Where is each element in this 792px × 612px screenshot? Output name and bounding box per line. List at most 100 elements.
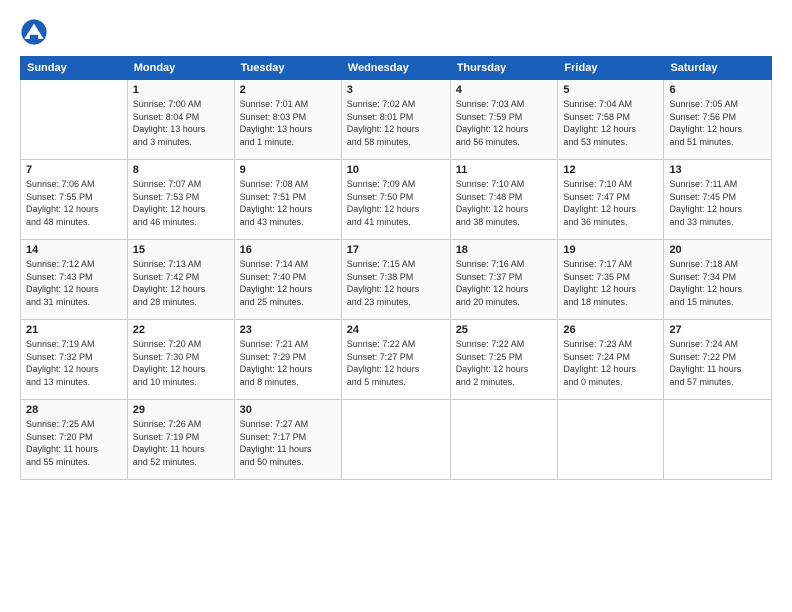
day-info: Sunrise: 7:27 AMSunset: 7:17 PMDaylight:… [240,418,336,468]
calendar-cell: 9 Sunrise: 7:08 AMSunset: 7:51 PMDaylight… [234,160,341,240]
calendar-cell: 29 Sunrise: 7:26 AMSunset: 7:19 PMDayligh… [127,400,234,480]
day-info: Sunrise: 7:19 AMSunset: 7:32 PMDaylight:… [26,338,122,388]
day-number: 23 [240,324,336,336]
calendar-cell: 17 Sunrise: 7:15 AMSunset: 7:38 PMDayligh… [341,240,450,320]
day-info: Sunrise: 7:18 AMSunset: 7:34 PMDaylight:… [669,258,766,308]
day-info: Sunrise: 7:03 AMSunset: 7:59 PMDaylight:… [456,98,553,148]
day-number: 27 [669,324,766,336]
day-info: Sunrise: 7:22 AMSunset: 7:27 PMDaylight:… [347,338,445,388]
calendar-cell: 3 Sunrise: 7:02 AMSunset: 8:01 PMDaylight… [341,80,450,160]
day-info: Sunrise: 7:04 AMSunset: 7:58 PMDaylight:… [563,98,658,148]
th-wednesday: Wednesday [341,57,450,80]
day-info: Sunrise: 7:06 AMSunset: 7:55 PMDaylight:… [26,178,122,228]
day-number: 19 [563,244,658,256]
calendar-week-5: 28Sunrise: 7:25 AMSunset: 7:20 PMDayligh… [21,400,772,480]
day-number: 5 [563,84,658,96]
calendar-cell: 4Sunrise: 7:03 AMSunset: 7:59 PMDaylight… [450,80,558,160]
calendar-cell [21,80,128,160]
day-info: Sunrise: 7:05 AMSunset: 7:56 PMDaylight:… [669,98,766,148]
day-info: Sunrise: 7:24 AMSunset: 7:22 PMDaylight:… [669,338,766,388]
day-info: Sunrise: 7:20 AMSunset: 7:30 PMDaylight:… [133,338,229,388]
th-thursday: Thursday [450,57,558,80]
day-info: Sunrise: 7:15 AMSunset: 7:38 PMDaylight:… [347,258,445,308]
day-info: Sunrise: 7:16 AMSunset: 7:37 PMDaylight:… [456,258,553,308]
day-number: 28 [26,404,122,416]
th-tuesday: Tuesday [234,57,341,80]
calendar-cell [341,400,450,480]
calendar-cell: 27 Sunrise: 7:24 AMSunset: 7:22 PMDayligh… [664,320,772,400]
day-info: Sunrise: 7:07 AMSunset: 7:53 PMDaylight:… [133,178,229,228]
calendar-week-3: 14 Sunrise: 7:12 AMSunset: 7:43 PMDayligh… [21,240,772,320]
logo [20,18,52,46]
day-info: Sunrise: 7:02 AMSunset: 8:01 PMDaylight:… [347,98,445,148]
calendar-cell: 20 Sunrise: 7:18 AMSunset: 7:34 PMDayligh… [664,240,772,320]
calendar-cell: 13 Sunrise: 7:11 AMSunset: 7:45 PMDayligh… [664,160,772,240]
weekday-row: Sunday Monday Tuesday Wednesday Thursday… [21,57,772,80]
day-info: Sunrise: 7:23 AMSunset: 7:24 PMDaylight:… [563,338,658,388]
day-number: 16 [240,244,336,256]
calendar-cell: 30 Sunrise: 7:27 AMSunset: 7:17 PMDayligh… [234,400,341,480]
calendar-body: 1 Sunrise: 7:00 AMSunset: 8:04 PMDaylight… [21,80,772,480]
calendar-cell: 25 Sunrise: 7:22 AMSunset: 7:25 PMDayligh… [450,320,558,400]
day-number: 17 [347,244,445,256]
calendar-cell: 21 Sunrise: 7:19 AMSunset: 7:32 PMDayligh… [21,320,128,400]
day-number: 26 [563,324,658,336]
day-number: 1 [133,84,229,96]
day-number: 13 [669,164,766,176]
th-friday: Friday [558,57,664,80]
day-number: 6 [669,84,766,96]
day-number: 15 [133,244,229,256]
day-number: 18 [456,244,553,256]
calendar-cell [558,400,664,480]
day-number: 29 [133,404,229,416]
day-number: 30 [240,404,336,416]
day-number: 14 [26,244,122,256]
calendar-cell: 5 Sunrise: 7:04 AMSunset: 7:58 PMDaylight… [558,80,664,160]
calendar-header: Sunday Monday Tuesday Wednesday Thursday… [21,57,772,80]
calendar-week-1: 1 Sunrise: 7:00 AMSunset: 8:04 PMDaylight… [21,80,772,160]
day-number: 20 [669,244,766,256]
calendar-cell: 2 Sunrise: 7:01 AMSunset: 8:03 PMDaylight… [234,80,341,160]
calendar-cell: 14 Sunrise: 7:12 AMSunset: 7:43 PMDayligh… [21,240,128,320]
th-sunday: Sunday [21,57,128,80]
calendar-cell: 19 Sunrise: 7:17 AMSunset: 7:35 PMDayligh… [558,240,664,320]
calendar-cell: 16 Sunrise: 7:14 AMSunset: 7:40 PMDayligh… [234,240,341,320]
day-info: Sunrise: 7:12 AMSunset: 7:43 PMDaylight:… [26,258,122,308]
calendar-cell: 8 Sunrise: 7:07 AMSunset: 7:53 PMDaylight… [127,160,234,240]
day-number: 25 [456,324,553,336]
day-number: 11 [456,164,553,176]
day-number: 7 [26,164,122,176]
day-number: 10 [347,164,445,176]
header [20,18,772,46]
calendar-cell: 6 Sunrise: 7:05 AMSunset: 7:56 PMDaylight… [664,80,772,160]
day-number: 9 [240,164,336,176]
day-info: Sunrise: 7:10 AMSunset: 7:48 PMDaylight:… [456,178,553,228]
calendar-cell: 23Sunrise: 7:21 AMSunset: 7:29 PMDayligh… [234,320,341,400]
day-number: 21 [26,324,122,336]
day-info: Sunrise: 7:13 AMSunset: 7:42 PMDaylight:… [133,258,229,308]
calendar-cell: 11 Sunrise: 7:10 AMSunset: 7:48 PMDayligh… [450,160,558,240]
calendar-cell: 26 Sunrise: 7:23 AMSunset: 7:24 PMDayligh… [558,320,664,400]
day-number: 3 [347,84,445,96]
calendar-cell [664,400,772,480]
calendar-cell: 18 Sunrise: 7:16 AMSunset: 7:37 PMDayligh… [450,240,558,320]
day-number: 22 [133,324,229,336]
day-number: 8 [133,164,229,176]
day-info: Sunrise: 7:11 AMSunset: 7:45 PMDaylight:… [669,178,766,228]
th-saturday: Saturday [664,57,772,80]
calendar-table: Sunday Monday Tuesday Wednesday Thursday… [20,56,772,480]
day-info: Sunrise: 7:17 AMSunset: 7:35 PMDaylight:… [563,258,658,308]
calendar-week-4: 21 Sunrise: 7:19 AMSunset: 7:32 PMDayligh… [21,320,772,400]
day-info: Sunrise: 7:08 AMSunset: 7:51 PMDaylight:… [240,178,336,228]
calendar-cell: 28Sunrise: 7:25 AMSunset: 7:20 PMDayligh… [21,400,128,480]
day-info: Sunrise: 7:01 AMSunset: 8:03 PMDaylight:… [240,98,336,148]
day-info: Sunrise: 7:22 AMSunset: 7:25 PMDaylight:… [456,338,553,388]
day-info: Sunrise: 7:00 AMSunset: 8:04 PMDaylight:… [133,98,229,148]
day-number: 2 [240,84,336,96]
day-info: Sunrise: 7:14 AMSunset: 7:40 PMDaylight:… [240,258,336,308]
day-info: Sunrise: 7:09 AMSunset: 7:50 PMDaylight:… [347,178,445,228]
calendar-week-2: 7 Sunrise: 7:06 AMSunset: 7:55 PMDaylight… [21,160,772,240]
calendar-cell [450,400,558,480]
day-info: Sunrise: 7:26 AMSunset: 7:19 PMDaylight:… [133,418,229,468]
calendar-cell: 22 Sunrise: 7:20 AMSunset: 7:30 PMDayligh… [127,320,234,400]
